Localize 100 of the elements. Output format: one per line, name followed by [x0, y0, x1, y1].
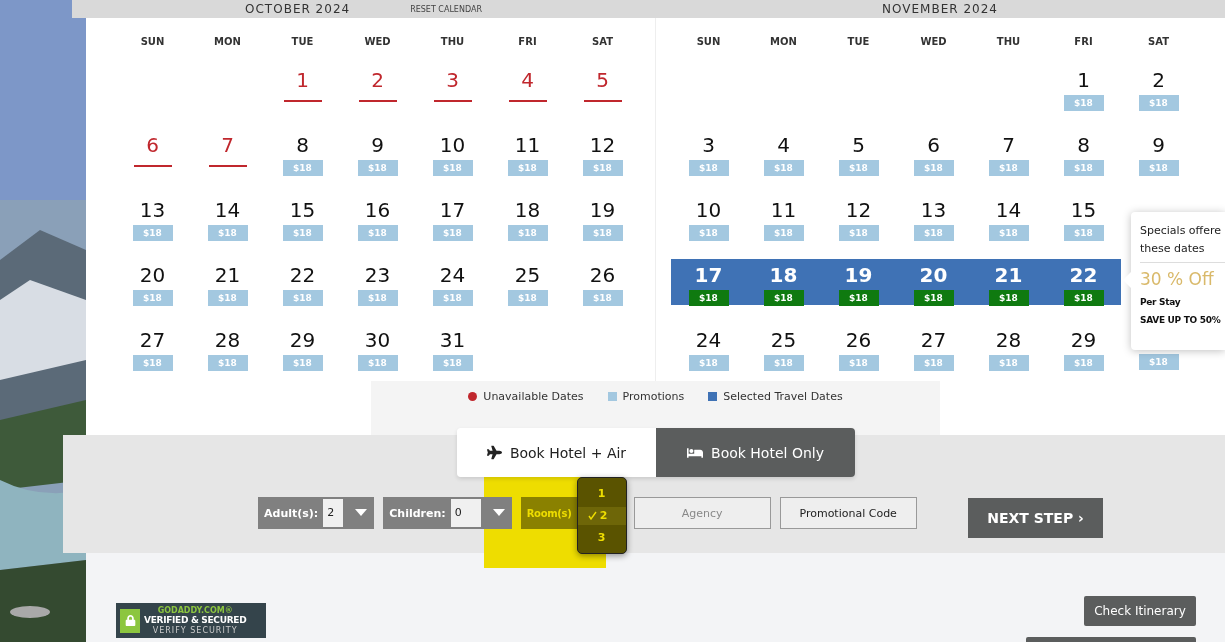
day-number[interactable]: 20 — [139, 263, 166, 287]
day-number[interactable]: 24 — [695, 328, 722, 352]
day-number[interactable]: 19 — [844, 263, 873, 287]
day-number[interactable]: 8 — [296, 133, 309, 157]
day-number[interactable]: 27 — [920, 328, 947, 352]
day-number[interactable]: 14 — [214, 198, 241, 222]
check-itinerary-button[interactable]: Check Itinerary — [1084, 596, 1196, 626]
day-number[interactable]: 30 — [364, 328, 391, 352]
day-number[interactable]: 10 — [695, 198, 722, 222]
price-tag: $18 — [1063, 290, 1104, 306]
day-number[interactable]: 4 — [777, 133, 790, 157]
weekday-label: SAT — [1148, 35, 1169, 47]
day-number[interactable]: 24 — [439, 263, 466, 287]
day-number[interactable]: 8 — [1077, 133, 1090, 157]
promo-code-button[interactable]: Promotional Code — [779, 497, 917, 529]
day-number[interactable]: 6 — [927, 133, 940, 157]
day-number[interactable]: 2 — [1152, 68, 1165, 92]
day-number[interactable]: 7 — [221, 133, 234, 157]
price-tag: $18 — [507, 160, 548, 176]
select-value: 0 — [450, 499, 481, 527]
day-number[interactable]: 5 — [596, 68, 609, 92]
day-number[interactable]: 28 — [214, 328, 241, 352]
day-number[interactable]: 26 — [845, 328, 872, 352]
next-step-button[interactable]: NEXT STEP › — [968, 498, 1103, 538]
day-number[interactable]: 4 — [521, 68, 534, 92]
day-number[interactable]: 31 — [439, 328, 466, 352]
selected-date[interactable]: 22 $18 — [1046, 259, 1121, 305]
price-tag: $18 — [838, 355, 879, 371]
price-tag: $18 — [688, 290, 729, 306]
room-option[interactable]: 2 — [577, 506, 626, 525]
day-number[interactable]: 11 — [514, 133, 541, 157]
day-number[interactable]: 21 — [214, 263, 241, 287]
price-tag: $18 — [838, 160, 879, 176]
price-tag: $18 — [357, 355, 398, 371]
selected-date[interactable]: 21 $18 — [971, 259, 1046, 305]
day-number[interactable]: 18 — [769, 263, 798, 287]
selected-date[interactable]: 18 $18 — [746, 259, 821, 305]
day-number[interactable]: 23 — [364, 263, 391, 287]
adults-select[interactable]: Adult(s): 2 — [258, 497, 375, 529]
day-number[interactable]: 12 — [845, 198, 872, 222]
day-number[interactable]: 17 — [439, 198, 466, 222]
day-number[interactable]: 17 — [694, 263, 723, 287]
day-number[interactable]: 29 — [1070, 328, 1097, 352]
day-number[interactable]: 25 — [770, 328, 797, 352]
day-number[interactable]: 19 — [589, 198, 616, 222]
day-number[interactable]: 2 — [371, 68, 384, 92]
agency-field[interactable]: Agency — [633, 497, 771, 529]
day-number[interactable]: 14 — [995, 198, 1022, 222]
day-number[interactable]: 22 — [289, 263, 316, 287]
booking-tab[interactable]: Book Hotel Only — [656, 428, 855, 477]
selected-date[interactable]: 19 $18 — [821, 259, 896, 305]
day-number[interactable]: 25 — [514, 263, 541, 287]
weekday-label: FRI — [1074, 35, 1093, 47]
day-number[interactable]: 6 — [146, 133, 159, 157]
room-option[interactable]: 1 — [577, 484, 626, 503]
room-option[interactable]: 3 — [577, 528, 626, 547]
day-number[interactable]: 29 — [289, 328, 316, 352]
price-tag: $18 — [357, 160, 398, 176]
day-number[interactable]: 11 — [770, 198, 797, 222]
day-number[interactable]: 1 — [1077, 68, 1090, 92]
price-tag: $18 — [432, 355, 473, 371]
day-number[interactable]: 20 — [919, 263, 948, 287]
day-number[interactable]: 12 — [589, 133, 616, 157]
reset-calendar-link[interactable]: RESET CALENDAR — [410, 4, 482, 14]
price-tag: $18 — [507, 225, 548, 241]
day-number[interactable]: 13 — [139, 198, 166, 222]
day-number[interactable]: 18 — [514, 198, 541, 222]
day-number[interactable]: 15 — [289, 198, 316, 222]
day-number[interactable]: 16 — [364, 198, 391, 222]
day-number[interactable]: 5 — [852, 133, 865, 157]
badge-text: VERIFY SECURITY — [152, 626, 238, 635]
day-number[interactable]: 7 — [1002, 133, 1015, 157]
price-tag: $18 — [357, 290, 398, 306]
selected-date[interactable]: 17 $18 — [671, 259, 746, 305]
price-tag: $18 — [1138, 160, 1179, 176]
price-tag: $18 — [1063, 160, 1104, 176]
day-number[interactable]: 1 — [296, 68, 309, 92]
check-icon — [587, 511, 597, 520]
select-label: Children: — [389, 506, 446, 520]
price-tag: $18 — [1063, 355, 1104, 371]
day-number[interactable]: 15 — [1070, 198, 1097, 222]
day-number[interactable]: 9 — [1152, 133, 1165, 157]
day-number[interactable]: 3 — [702, 133, 715, 157]
booking-tab[interactable]: Book Hotel + Air — [457, 428, 656, 477]
weekday-label: WED — [364, 35, 391, 47]
day-number[interactable]: 13 — [920, 198, 947, 222]
children-select[interactable]: Children: 0 — [383, 497, 512, 529]
day-number[interactable]: 9 — [371, 133, 384, 157]
day-number[interactable]: 10 — [439, 133, 466, 157]
day-number[interactable]: 22 — [1069, 263, 1098, 287]
select-label: Adult(s): — [264, 506, 319, 520]
day-number[interactable]: 21 — [994, 263, 1023, 287]
day-number[interactable]: 26 — [589, 263, 616, 287]
selected-date[interactable]: 20 $18 — [896, 259, 971, 305]
select-value: 2 — [323, 499, 344, 527]
tooltip-text: Specials offere — [1140, 223, 1222, 239]
day-number[interactable]: 3 — [446, 68, 459, 92]
day-number[interactable]: 27 — [139, 328, 166, 352]
price-tag: $18 — [763, 290, 804, 306]
day-number[interactable]: 28 — [995, 328, 1022, 352]
